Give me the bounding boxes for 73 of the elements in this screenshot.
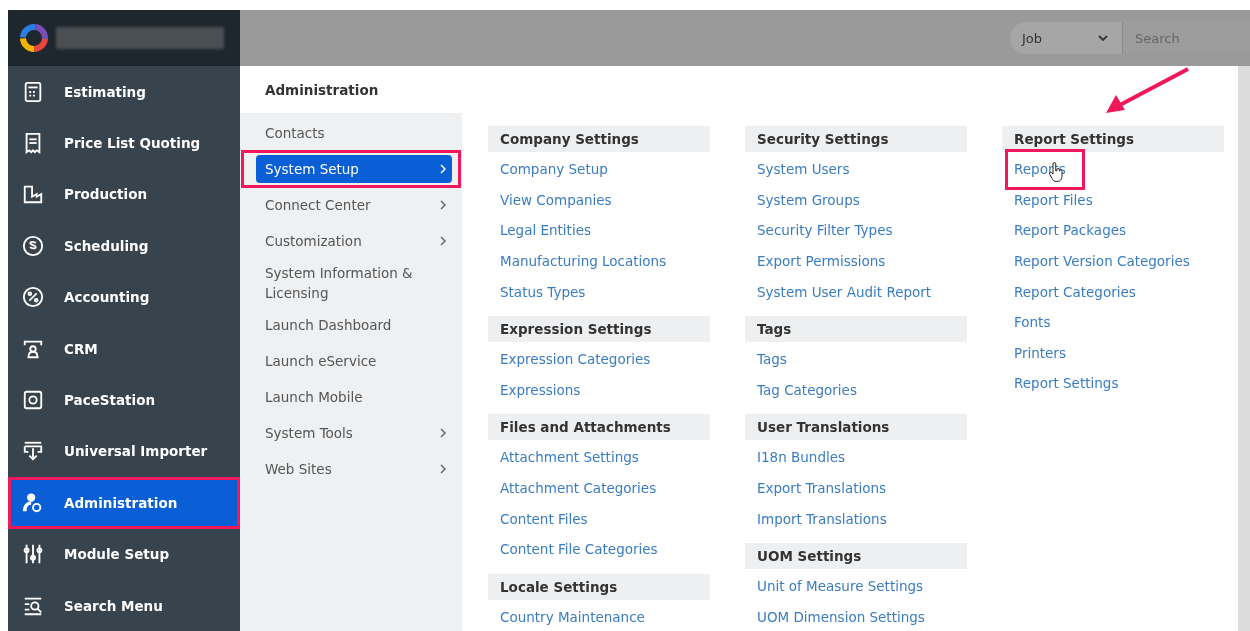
sidebar-item[interactable]: PaceStation bbox=[8, 374, 240, 426]
menu-link[interactable]: Tags bbox=[757, 351, 787, 368]
submenu-item[interactable]: Launch Mobile bbox=[256, 383, 452, 411]
percent-icon bbox=[22, 286, 44, 309]
menu-link[interactable]: Report Packages bbox=[1014, 222, 1127, 239]
sidebar-item[interactable]: Production bbox=[8, 168, 240, 221]
section-heading: User Translations bbox=[745, 414, 967, 441]
sidebar-item[interactable]: CRM bbox=[8, 322, 240, 375]
menu-link[interactable]: Content File Categories bbox=[500, 541, 658, 558]
import-icon bbox=[22, 440, 44, 463]
section-heading: UOM Settings bbox=[745, 542, 967, 569]
menu-link[interactable]: Company Setup bbox=[500, 161, 608, 178]
sidebar-item[interactable]: Scheduling bbox=[8, 220, 240, 272]
menu-link[interactable]: Attachment Categories bbox=[500, 480, 657, 497]
panel-title: Administration bbox=[265, 80, 379, 100]
menu-link[interactable]: UOM Dimension Settings bbox=[757, 608, 925, 625]
section-heading: Security Settings bbox=[745, 126, 967, 152]
submenu-item[interactable]: System Setup bbox=[256, 155, 452, 183]
factory-icon bbox=[22, 183, 44, 206]
menu-link[interactable]: Fonts bbox=[1014, 314, 1051, 331]
menu-link[interactable]: Report Files bbox=[1014, 191, 1093, 208]
submenu-item[interactable]: System Tools bbox=[256, 419, 452, 447]
menu-link[interactable]: Unit of Measure Settings bbox=[757, 578, 924, 595]
menu-link[interactable]: System Users bbox=[757, 161, 850, 178]
sidebar-item[interactable]: Accounting bbox=[8, 271, 240, 323]
menu-link[interactable]: Report Categories bbox=[1014, 283, 1136, 300]
section-heading: Files and Attachments bbox=[488, 414, 710, 441]
menu-link[interactable]: Legal Entities bbox=[500, 222, 591, 239]
menu-link[interactable]: Manufacturing Locations bbox=[500, 253, 667, 270]
user-gear-icon bbox=[22, 491, 44, 514]
sidebar-item[interactable]: Administration bbox=[8, 477, 240, 529]
menu-link[interactable]: Import Translations bbox=[757, 510, 887, 527]
submenu-item[interactable]: Connect Center bbox=[256, 191, 452, 219]
menu-link[interactable]: Report Version Categories bbox=[1014, 253, 1190, 270]
sidebar-item[interactable]: Price List Quoting bbox=[8, 117, 240, 169]
menu-link[interactable]: View Companies bbox=[500, 191, 612, 208]
sidebar-item[interactable]: Universal Importer bbox=[8, 425, 240, 478]
menu-link[interactable]: Security Filter Types bbox=[757, 222, 893, 239]
submenu-item[interactable]: System Information & Licensing bbox=[256, 263, 452, 303]
menu-link[interactable]: System User Audit Report bbox=[757, 283, 932, 300]
station-icon bbox=[22, 389, 44, 412]
sidebar-item[interactable]: Search Menu bbox=[8, 579, 240, 631]
menu-link[interactable]: Content Files bbox=[500, 510, 588, 527]
menu-link[interactable]: System Groups bbox=[757, 191, 860, 208]
menu-link[interactable]: Expressions bbox=[500, 381, 581, 398]
coin-icon bbox=[22, 234, 44, 257]
submenu-item[interactable]: Contacts bbox=[256, 119, 452, 147]
menu-link[interactable]: Status Types bbox=[500, 283, 586, 300]
submenu-item[interactable]: Launch Dashboard bbox=[256, 311, 452, 339]
section-heading: Locale Settings bbox=[488, 573, 710, 600]
menu-link[interactable]: Country Maintenance bbox=[500, 608, 645, 625]
menu-link[interactable]: Report Settings bbox=[1014, 375, 1119, 392]
submenu-item[interactable]: Web Sites bbox=[256, 455, 452, 483]
section-heading: Company Settings bbox=[488, 126, 710, 152]
menu-link[interactable]: Export Permissions bbox=[757, 253, 886, 270]
sidebar-item[interactable]: Module Setup bbox=[8, 528, 240, 580]
section-heading: Expression Settings bbox=[488, 315, 710, 342]
menu-link[interactable]: Tag Categories bbox=[757, 381, 857, 398]
logo-icon bbox=[18, 22, 50, 54]
calculator-icon bbox=[22, 80, 44, 103]
menu-link[interactable]: I18n Bundles bbox=[757, 449, 846, 466]
submenu-item[interactable]: Launch eService bbox=[256, 347, 452, 375]
submenu-item[interactable]: Customization bbox=[256, 227, 452, 255]
menu-link[interactable]: Expression Categories bbox=[500, 351, 651, 368]
chevron-down-icon bbox=[1098, 35, 1108, 41]
section-heading: Tags bbox=[745, 315, 967, 342]
section-heading: Report Settings bbox=[1002, 126, 1224, 152]
sidebar-item[interactable]: Estimating bbox=[8, 66, 240, 118]
search-scope-select[interactable]: Job bbox=[1010, 22, 1122, 54]
menu-link[interactable]: Printers bbox=[1014, 344, 1066, 361]
menu-link[interactable]: Export Translations bbox=[757, 480, 887, 497]
menu-link[interactable]: Attachment Settings bbox=[500, 449, 639, 466]
sliders-icon bbox=[22, 543, 44, 566]
